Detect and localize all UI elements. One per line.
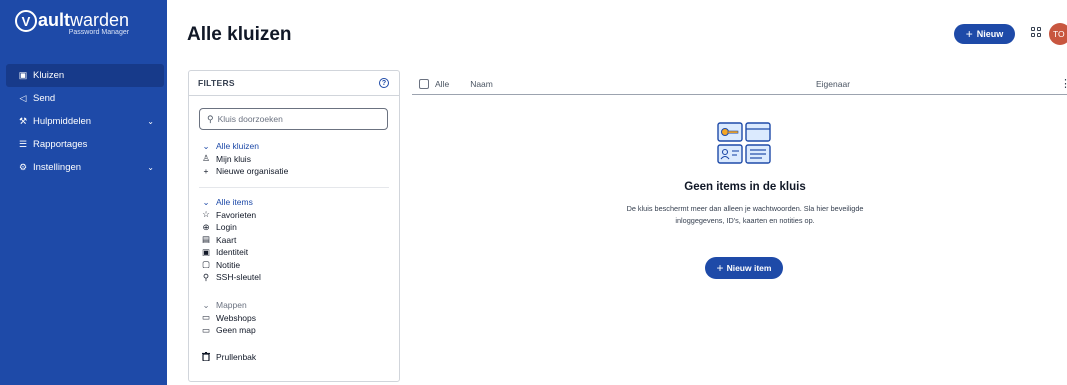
new-button-label: Nieuw: [976, 29, 1004, 39]
filter-item-label: Identiteit: [216, 247, 249, 258]
vault-search-field[interactable]: ⚲: [199, 108, 388, 130]
sidebar-item-send[interactable]: ◁ Send: [6, 87, 164, 110]
chevron-down-icon[interactable]: ⌄: [200, 141, 212, 152]
sidebar-item-label: Hulpmiddelen: [33, 116, 92, 127]
id-card-icon: ▣: [201, 246, 211, 257]
filter-heading-label: Alle items: [216, 197, 253, 208]
column-header-owner[interactable]: Eigenaar: [816, 79, 850, 89]
filter-heading-label: Alle kluizen: [216, 141, 259, 152]
chevron-down-icon[interactable]: ⌄: [147, 163, 154, 172]
folder-filter-group: ⌄ Mappen ▭ Webshops ▭ Geen map: [200, 299, 390, 337]
key-icon: ⚲: [202, 271, 210, 282]
divider: [199, 187, 389, 188]
plus-icon: +: [716, 261, 724, 275]
new-item-button-label: Nieuw item: [726, 263, 772, 273]
filter-folders[interactable]: ⌄ Mappen: [200, 299, 390, 312]
new-item-button[interactable]: + Nieuw item: [705, 257, 783, 279]
sidebar-item-instellingen[interactable]: ⚙ Instellingen ⌄: [6, 156, 164, 179]
filter-item-identiteit[interactable]: ▣ Identiteit: [200, 246, 390, 259]
trash-filter-group: Prullenbak: [200, 351, 390, 364]
vault-filter-group: ⌄ Alle kluizen ♙ Mijn kluis + Nieuwe org…: [200, 140, 390, 178]
chevron-down-icon[interactable]: ⌄: [200, 300, 212, 311]
product-switcher-icon[interactable]: [1031, 27, 1041, 37]
filter-item-notitie[interactable]: ▢ Notitie: [200, 259, 390, 272]
logo-name-bold: ault: [38, 10, 71, 30]
filter-item-kaart[interactable]: ▤ Kaart: [200, 234, 390, 247]
send-icon: ◁: [19, 93, 27, 103]
page-title: Alle kluizen: [187, 24, 292, 45]
folder-icon: ▭: [201, 312, 211, 323]
logo-subtitle: Password Manager: [68, 29, 130, 36]
vaultwarden-logo[interactable]: V aultwarden Password Manager: [15, 10, 129, 36]
sidebar-item-label: Instellingen: [33, 162, 82, 173]
filter-item-label: Prullenbak: [216, 352, 257, 363]
filter-item-label: Mijn kluis: [216, 153, 251, 164]
filter-item-nieuwe-organisatie[interactable]: + Nieuwe organisatie: [200, 165, 390, 178]
filter-item-login[interactable]: ⊕ Login: [200, 221, 390, 234]
user-icon: ♙: [202, 153, 210, 164]
filter-item-prullenbak[interactable]: Prullenbak: [200, 351, 390, 364]
chevron-down-icon[interactable]: ⌄: [147, 117, 154, 126]
search-input[interactable]: [217, 114, 378, 124]
note-icon: ▢: [201, 259, 211, 270]
logo-name-rest: warden: [70, 10, 130, 30]
filter-heading-label: Mappen: [216, 300, 247, 311]
reports-icon: ☰: [18, 139, 28, 149]
filter-item-mijn-kluis[interactable]: ♙ Mijn kluis: [200, 153, 390, 166]
sidebar-item-label: Rapportages: [33, 139, 88, 150]
sidebar-item-label: Send: [33, 93, 56, 104]
filter-all-vaults[interactable]: ⌄ Alle kluizen: [200, 140, 390, 153]
filters-panel: FILTERS ? ⚲ ⌄ Alle kluizen ♙ Mijn kluis …: [188, 70, 400, 382]
wrench-icon: ⚒: [18, 116, 28, 126]
filter-item-label: Geen map: [216, 325, 256, 336]
new-button[interactable]: + Nieuw: [954, 24, 1015, 44]
trash-icon: [200, 351, 212, 363]
filter-item-label: Nieuwe organisatie: [216, 166, 289, 177]
logo-mark: V: [15, 10, 37, 32]
sidebar-item-rapportages[interactable]: ☰ Rapportages: [6, 133, 164, 156]
filter-item-label: Kaart: [216, 234, 237, 245]
filter-item-label: SSH-sleutel: [216, 272, 261, 283]
filter-item-webshops[interactable]: ▭ Webshops: [200, 312, 390, 325]
filters-title: FILTERS: [198, 78, 235, 88]
folder-icon: ▭: [201, 324, 211, 335]
search-icon: ⚲: [207, 113, 214, 124]
column-header-name[interactable]: Naam: [470, 79, 493, 89]
filter-item-favorieten[interactable]: ☆ Favorieten: [200, 209, 390, 222]
sidebar-item-hulpmiddelen[interactable]: ⚒ Hulpmiddelen ⌄: [6, 110, 164, 133]
filter-all-items[interactable]: ⌄ Alle items: [200, 196, 390, 209]
select-all-label[interactable]: Alle: [435, 79, 449, 89]
filter-item-label: Login: [216, 222, 237, 233]
gear-icon: ⚙: [18, 162, 28, 172]
filter-item-label: Notitie: [216, 259, 241, 270]
more-options-icon[interactable]: ⋮: [1060, 77, 1067, 90]
type-filter-group: ⌄ Alle items ☆ Favorieten ⊕ Login ▤ Kaar…: [200, 196, 390, 284]
vault-icon: ▣: [18, 70, 28, 80]
filter-item-geen-map[interactable]: ▭ Geen map: [200, 324, 390, 337]
plus-icon: +: [203, 166, 209, 177]
empty-state-title: Geen items in de kluis: [684, 181, 806, 193]
filter-item-label: Favorieten: [216, 209, 257, 220]
table-header: Alle Naam Eigenaar ⋮: [412, 73, 1067, 95]
sidebar-item-kluizen[interactable]: ▣ Kluizen: [6, 64, 164, 87]
plus-icon: +: [965, 27, 973, 41]
select-all-checkbox[interactable]: [419, 78, 429, 89]
chevron-down-icon[interactable]: ⌄: [200, 197, 212, 208]
empty-state-description: De kluis beschermt meer dan alleen je wa…: [626, 204, 864, 225]
globe-icon: ⊕: [202, 221, 210, 232]
avatar[interactable]: TO: [1049, 23, 1067, 45]
star-icon: ☆: [202, 209, 210, 220]
help-icon[interactable]: ?: [379, 78, 389, 88]
credit-card-icon: ▤: [201, 234, 211, 245]
filter-item-label: Webshops: [216, 312, 257, 323]
sidebar: V aultwarden Password Manager ▣ Kluizen …: [0, 0, 167, 385]
sidebar-item-label: Kluizen: [33, 70, 65, 81]
empty-vault-illustration: [717, 122, 773, 164]
filter-item-ssh-sleutel[interactable]: ⚲ SSH-sleutel: [200, 271, 390, 284]
filters-header: FILTERS ?: [189, 71, 399, 96]
sidebar-nav: ▣ Kluizen ◁ Send ⚒ Hulpmiddelen ⌄ ☰ Rapp…: [6, 64, 164, 179]
